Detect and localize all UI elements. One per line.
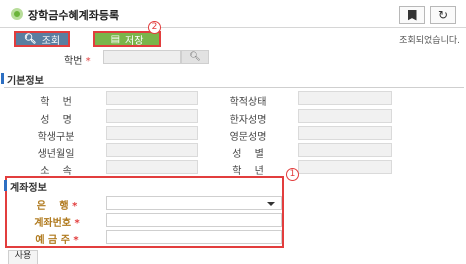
- student-id-input[interactable]: [103, 50, 181, 64]
- department-label: 소 속: [40, 166, 72, 177]
- student-id-label-text: 학번: [64, 56, 83, 67]
- bank-label-text: 은 행: [36, 201, 69, 212]
- required-mark: *: [73, 235, 79, 246]
- usage-label: 사용: [8, 250, 38, 264]
- search-button-label: 조회: [41, 35, 61, 47]
- search-button[interactable]: 🔍︎ 조회: [14, 31, 70, 47]
- english-name-value: [298, 126, 392, 140]
- status-message: 조회되었습니다.: [399, 36, 460, 46]
- required-mark: *: [74, 218, 80, 229]
- hanja-name-value: [298, 109, 392, 123]
- refresh-icon: ↻: [437, 8, 449, 22]
- divider: [4, 87, 464, 88]
- bank-select[interactable]: [106, 196, 282, 210]
- name-value: [106, 109, 198, 123]
- account-number-input[interactable]: [106, 213, 282, 227]
- year-label: 학 년: [232, 166, 264, 177]
- account-info-title: 계좌정보: [4, 179, 47, 194]
- gender-label: 성 별: [232, 149, 264, 160]
- search-icon: 🔍︎: [23, 33, 37, 45]
- student-search-button[interactable]: 🔍︎: [181, 50, 209, 64]
- account-number-label-text: 계좌번호: [34, 218, 72, 229]
- title-dot-icon: [11, 8, 23, 20]
- save-icon: ▤: [110, 33, 121, 45]
- save-button-label: 저장: [125, 35, 144, 47]
- student-id-label: 학번 *: [64, 52, 91, 67]
- grade-label: 학 번: [40, 97, 72, 108]
- hanja-name-label: 한자성명: [229, 115, 267, 126]
- callout-badge-account: 1: [286, 168, 299, 181]
- basic-info-title: 기본정보: [1, 72, 44, 87]
- student-type-label: 학생구분: [37, 132, 75, 143]
- bank-label: 은 행 *: [9, 195, 105, 212]
- callout-badge-save: 2: [148, 21, 161, 34]
- page-title: 장학금수혜계좌등록: [28, 9, 120, 22]
- year-value: [298, 160, 392, 174]
- english-name-label: 영문성명: [229, 132, 267, 143]
- bookmark-button[interactable]: [399, 6, 425, 24]
- gender-value: [298, 143, 392, 157]
- holder-label: 예 금 주 *: [9, 229, 105, 246]
- grade-value: [106, 91, 198, 105]
- department-value: [106, 160, 198, 174]
- birth-date-label: 생년월일: [37, 149, 75, 160]
- academic-status-label: 학적상태: [229, 97, 267, 108]
- birth-date-value: [106, 143, 198, 157]
- holder-input[interactable]: [106, 230, 282, 244]
- search-icon: 🔍︎: [189, 52, 201, 62]
- required-mark: *: [72, 201, 78, 212]
- name-label: 성 명: [40, 115, 72, 126]
- required-mark: *: [85, 56, 91, 67]
- student-type-value: [106, 126, 198, 140]
- academic-status-value: [298, 91, 392, 105]
- title-bar: 장학금수혜계좌등록 ↻: [0, 0, 466, 28]
- account-number-label: 계좌번호 *: [9, 212, 105, 229]
- chevron-down-icon: [267, 202, 275, 206]
- refresh-button[interactable]: ↻: [430, 6, 456, 24]
- holder-label-text: 예 금 주: [35, 235, 70, 246]
- bookmark-icon: [407, 9, 417, 21]
